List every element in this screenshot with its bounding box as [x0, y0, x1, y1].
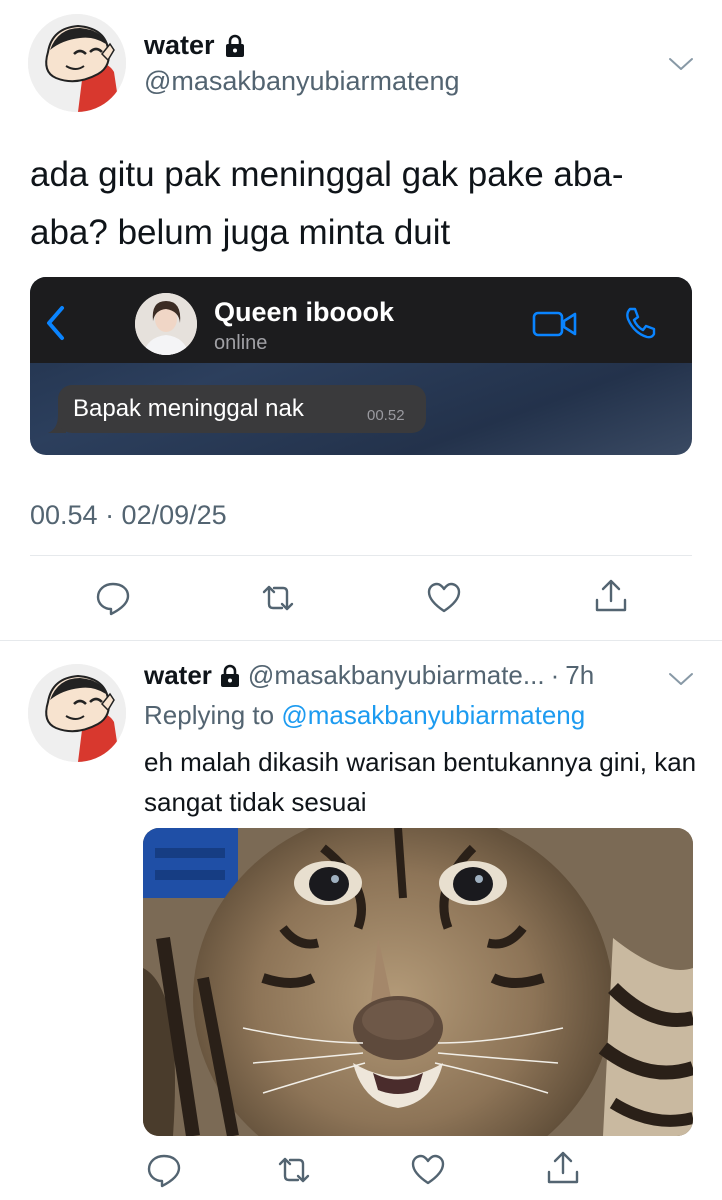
author-name[interactable]: water: [144, 30, 247, 61]
reply-retweet-button[interactable]: [276, 1152, 312, 1188]
phone-icon: [626, 307, 656, 339]
tweet-media-chat-screenshot[interactable]: Queen iboook online Bapak meninggal nak …: [30, 277, 692, 455]
reply-icon: [147, 1154, 181, 1188]
tweet-timestamp[interactable]: 00.54 · 02/09/25: [30, 500, 227, 531]
share-icon: [547, 1151, 579, 1184]
like-button[interactable]: [426, 580, 462, 616]
reply-separator: ·: [550, 660, 560, 690]
reply-author-name[interactable]: water: [144, 660, 212, 691]
retweet-icon: [262, 585, 294, 611]
contact-avatar: [135, 293, 197, 355]
author-name-text[interactable]: water: [144, 30, 215, 61]
reply-header: water @masakbanyubiarmate... · 7h: [144, 660, 594, 691]
author-handle[interactable]: @masakbanyubiarmateng: [144, 66, 460, 97]
retweet-icon: [278, 1157, 310, 1183]
like-icon: [411, 1154, 445, 1185]
like-icon: [427, 582, 461, 613]
reply-share-button[interactable]: [545, 1150, 581, 1186]
reply-button[interactable]: [95, 580, 131, 616]
chevron-down-icon[interactable]: [668, 55, 694, 73]
share-icon: [595, 579, 627, 612]
reply-author-avatar[interactable]: [28, 664, 126, 762]
video-call-icon: [532, 311, 577, 337]
divider: [30, 555, 692, 556]
message-text: Bapak meninggal nak: [73, 395, 304, 422]
lock-icon: [220, 664, 239, 687]
shinchan-avatar-image: [28, 14, 126, 112]
reply-icon: [96, 582, 130, 616]
tweet-text: ada gitu pak meninggal gak pake aba-aba?…: [30, 155, 624, 252]
lock-icon: [225, 34, 244, 57]
replying-to: Replying to @masakbanyubiarmateng: [144, 700, 585, 731]
tiger-cub-image: [143, 828, 693, 1136]
replying-to-prefix: Replying to: [144, 700, 275, 730]
reply-media-tiger-photo[interactable]: [143, 828, 693, 1136]
share-button[interactable]: [593, 578, 629, 614]
back-chevron-icon: [47, 306, 64, 340]
reply-reply-button[interactable]: [146, 1152, 182, 1188]
replying-to-handle-link[interactable]: @masakbanyubiarmateng: [281, 700, 585, 730]
author-avatar[interactable]: [28, 14, 126, 112]
reply-text: eh malah dikasih warisan bentukannya gin…: [144, 747, 697, 817]
contact-status: online: [214, 332, 268, 354]
reply-author-handle[interactable]: @masakbanyubiarmate...: [248, 660, 545, 691]
reply-like-button[interactable]: [410, 1152, 446, 1188]
tweet-separator: [0, 640, 722, 641]
shinchan-avatar-image: [28, 664, 126, 762]
retweet-button[interactable]: [260, 580, 296, 616]
message-time: 00.52: [367, 407, 405, 424]
contact-name: Queen iboook: [214, 297, 395, 327]
reply-time[interactable]: 7h: [565, 660, 594, 691]
chevron-down-icon[interactable]: [668, 670, 694, 688]
